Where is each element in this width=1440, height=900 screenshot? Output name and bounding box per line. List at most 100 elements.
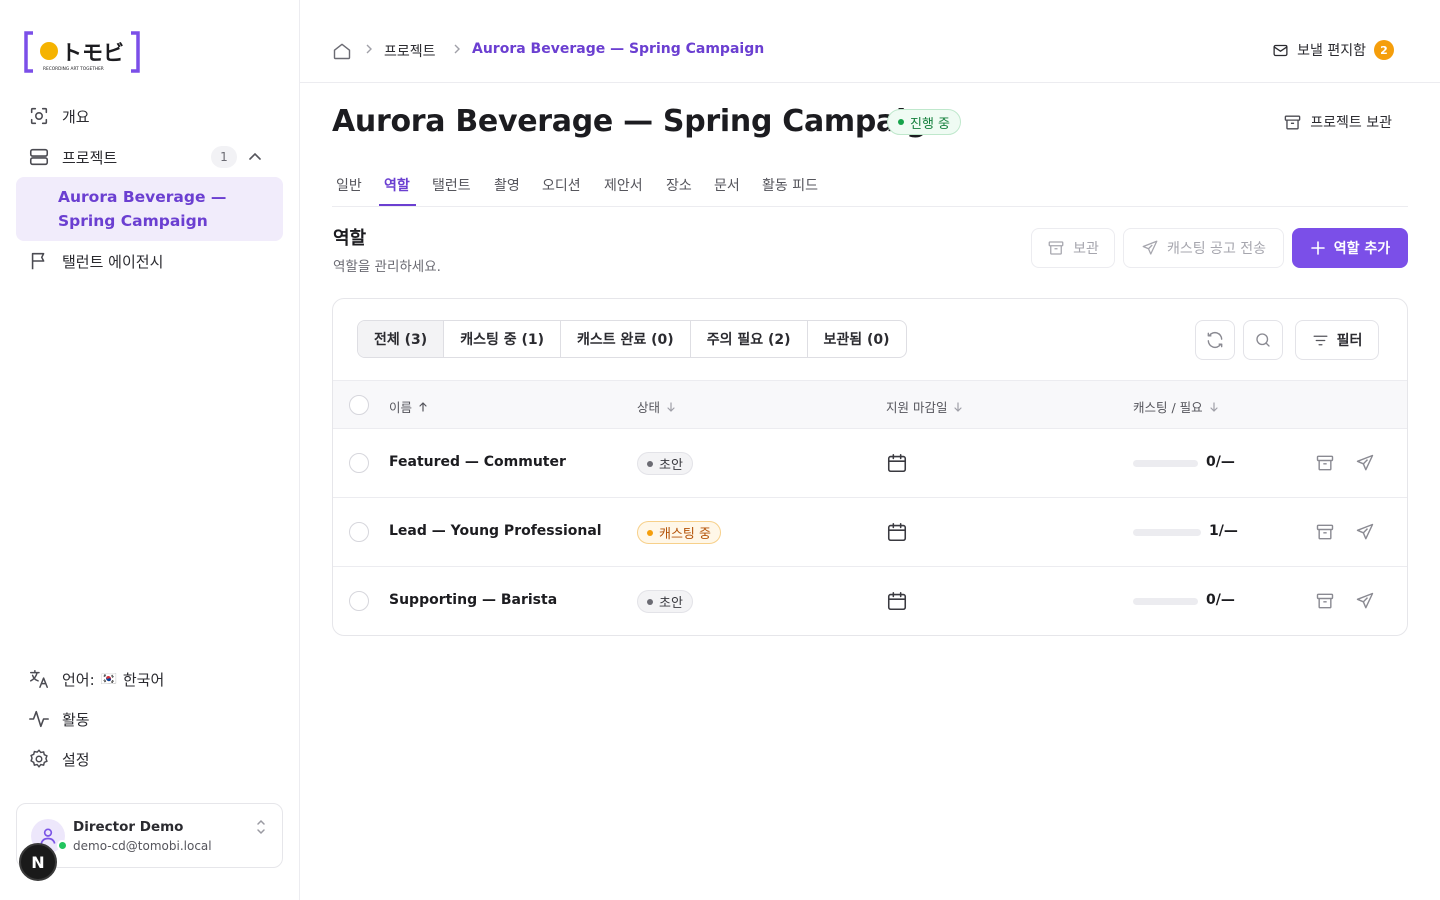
search-button[interactable] — [1243, 320, 1283, 360]
send-icon[interactable] — [1355, 522, 1375, 542]
section-description: 역할을 관리하세요. — [333, 259, 441, 275]
gear-icon — [30, 749, 48, 768]
search-icon — [1256, 333, 1270, 347]
role-status-badge: 초안 — [637, 452, 693, 475]
row-checkbox[interactable] — [349, 591, 369, 611]
chevron-up-icon[interactable] — [247, 149, 263, 165]
row-checkbox[interactable] — [349, 453, 369, 473]
tab-general[interactable]: 일반 — [336, 175, 362, 195]
select-all-checkbox[interactable] — [349, 395, 369, 415]
segment-archived[interactable]: 보관됨 (0) — [808, 321, 906, 357]
sidebar-item-overview[interactable]: 개요 — [16, 98, 283, 134]
calendar-icon[interactable] — [886, 590, 908, 612]
tab-talent[interactable]: 탤런트 — [432, 175, 471, 195]
breadcrumb-projects[interactable]: 프로젝트 — [384, 41, 436, 61]
tab-activity-feed[interactable]: 활동 피드 — [762, 175, 818, 195]
role-name[interactable]: Lead — Young Professional — [389, 523, 602, 539]
sidebar-item-label: 프로젝트 — [62, 148, 118, 167]
language-label: 언어: — [62, 670, 95, 689]
filter-button[interactable]: 필터 — [1295, 320, 1379, 360]
tab-shoots[interactable]: 촬영 — [494, 175, 520, 195]
sidebar-item-projects[interactable]: 프로젝트 1 — [16, 139, 283, 175]
sidebar-item-settings[interactable]: 설정 — [28, 748, 90, 770]
column-name[interactable]: 이름 — [389, 397, 428, 416]
refresh-button[interactable] — [1195, 320, 1235, 360]
sidebar-item-activity[interactable]: 활동 — [28, 708, 90, 730]
role-status-text: 초안 — [659, 458, 683, 473]
segment-cast-complete[interactable]: 캐스트 완료 (0) — [561, 321, 691, 357]
role-name[interactable]: Supporting — Barista — [389, 592, 557, 608]
segment-needs-attention[interactable]: 주의 필요 (2) — [691, 321, 808, 357]
send-icon[interactable] — [1355, 453, 1375, 473]
archive-project-button[interactable]: 프로젝트 보관 — [1283, 112, 1392, 132]
archive-project-label: 프로젝트 보관 — [1310, 115, 1392, 131]
column-deadline[interactable]: 지원 마감일 — [886, 397, 963, 416]
segment-casting[interactable]: 캐스팅 중 (1) — [444, 321, 561, 357]
svg-text:トモビ: トモビ — [61, 41, 124, 65]
send-casting-notice-button[interactable]: 캐스팅 공고 전송 — [1123, 228, 1284, 268]
tab-roles[interactable]: 역할 — [384, 175, 410, 195]
korea-flag-icon: 🇰🇷 — [100, 671, 117, 687]
add-role-label: 역할 추가 — [1333, 241, 1391, 257]
archive-icon[interactable] — [1315, 522, 1335, 542]
sidebar: トモビ RECORDING ART TOGETHER 개요 프로젝트 1 Aur… — [0, 0, 300, 900]
status-dot — [647, 460, 653, 467]
projects-count-badge: 1 — [211, 146, 237, 168]
column-deadline-label: 지원 마감일 — [886, 400, 948, 415]
column-name-label: 이름 — [389, 400, 413, 415]
row-checkbox[interactable] — [349, 522, 369, 542]
segment-all[interactable]: 전체 (3) — [358, 321, 445, 357]
tab-documents[interactable]: 문서 — [714, 175, 740, 195]
column-casting-needed[interactable]: 캐스팅 / 필요 — [1133, 397, 1219, 416]
tab-proposals[interactable]: 제안서 — [604, 175, 643, 195]
outbox-button[interactable]: 보낼 편지함 2 — [1272, 40, 1394, 60]
archive-icon[interactable] — [1315, 591, 1335, 611]
role-status-text: 초안 — [659, 596, 683, 611]
table-row[interactable]: Supporting — Barista 초안 0/— — [333, 567, 1407, 635]
sort-desc-icon — [1210, 401, 1218, 412]
sidebar-item-label: 설정 — [62, 750, 90, 769]
casting-progress-bar — [1133, 598, 1198, 605]
sort-asc-icon — [419, 401, 427, 412]
projects-icon — [29, 148, 49, 166]
sidebar-item-label: 활동 — [62, 710, 90, 729]
tab-locations[interactable]: 장소 — [666, 175, 692, 195]
chevron-up-down-icon — [257, 819, 265, 835]
archive-button[interactable]: 보관 — [1031, 228, 1115, 268]
role-status-badge: 캐스팅 중 — [637, 521, 721, 544]
roles-table-card: 전체 (3) 캐스팅 중 (1) 캐스트 완료 (0) 주의 필요 (2) 보관… — [332, 298, 1408, 636]
column-status-label: 상태 — [637, 400, 661, 415]
language-selector[interactable]: 언어: 🇰🇷 한국어 — [28, 668, 164, 690]
svg-text:RECORDING ART TOGETHER: RECORDING ART TOGETHER — [43, 66, 104, 72]
language-value: 한국어 — [122, 670, 165, 689]
role-status-text: 캐스팅 중 — [659, 527, 711, 542]
mail-icon — [1273, 44, 1288, 56]
plus-icon — [1310, 241, 1325, 255]
refresh-icon — [1207, 331, 1223, 349]
home-icon[interactable] — [332, 41, 352, 61]
sidebar-item-label: 탤런트 에이전시 — [62, 252, 164, 271]
online-status-dot — [57, 840, 68, 851]
archive-icon[interactable] — [1315, 453, 1335, 473]
calendar-icon[interactable] — [886, 521, 908, 543]
role-name[interactable]: Featured — Commuter — [389, 454, 566, 470]
active-tab-indicator — [379, 204, 416, 206]
role-status-badge: 초안 — [637, 590, 693, 613]
status-dot — [898, 119, 904, 125]
send-icon[interactable] — [1355, 591, 1375, 611]
tab-auditions[interactable]: 오디션 — [542, 175, 581, 195]
activity-icon — [29, 710, 49, 728]
table-row[interactable]: Featured — Commuter 초안 0/— — [333, 429, 1407, 498]
user-email: demo-cd@tomobi.local — [73, 839, 212, 853]
table-row[interactable]: Lead — Young Professional 캐스팅 중 1/— — [333, 498, 1407, 567]
sort-desc-icon — [954, 401, 963, 412]
dev-tools-badge[interactable]: N — [19, 843, 57, 881]
calendar-icon[interactable] — [886, 452, 908, 474]
archive-icon — [1284, 114, 1301, 130]
sidebar-project-active[interactable]: Aurora Beverage — Spring Campaign — [16, 177, 283, 241]
add-role-button[interactable]: 역할 추가 — [1292, 228, 1408, 268]
tomobi-logo[interactable]: トモビ RECORDING ART TOGETHER — [24, 31, 140, 73]
status-dot — [647, 529, 653, 536]
sidebar-item-talent-agency[interactable]: 탤런트 에이전시 — [16, 243, 283, 279]
column-status[interactable]: 상태 — [637, 397, 676, 416]
